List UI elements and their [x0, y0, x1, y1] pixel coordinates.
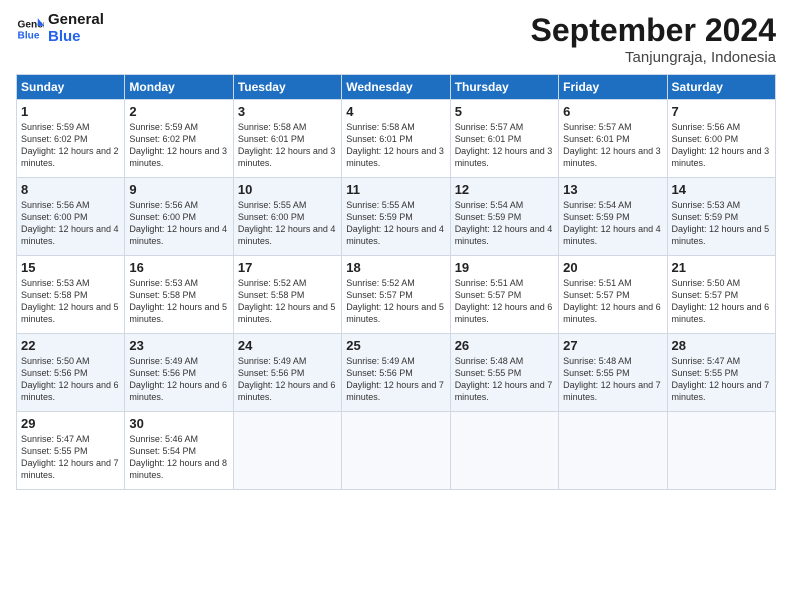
table-row: 9Sunrise: 5:56 AMSunset: 6:00 PMDaylight…: [125, 178, 233, 256]
col-sunday: Sunday: [17, 75, 125, 100]
logo-text-line2: Blue: [48, 29, 104, 46]
table-row: 15Sunrise: 5:53 AMSunset: 5:58 PMDayligh…: [17, 256, 125, 334]
table-row: 17Sunrise: 5:52 AMSunset: 5:58 PMDayligh…: [233, 256, 341, 334]
table-row: 20Sunrise: 5:51 AMSunset: 5:57 PMDayligh…: [559, 256, 667, 334]
table-row: 26Sunrise: 5:48 AMSunset: 5:55 PMDayligh…: [450, 334, 558, 412]
calendar-table: Sunday Monday Tuesday Wednesday Thursday…: [16, 74, 776, 490]
table-row: [667, 412, 775, 490]
col-saturday: Saturday: [667, 75, 775, 100]
table-row: 28Sunrise: 5:47 AMSunset: 5:55 PMDayligh…: [667, 334, 775, 412]
table-row: 3Sunrise: 5:58 AMSunset: 6:01 PMDaylight…: [233, 100, 341, 178]
table-row: 29Sunrise: 5:47 AMSunset: 5:55 PMDayligh…: [17, 412, 125, 490]
table-row: 27Sunrise: 5:48 AMSunset: 5:55 PMDayligh…: [559, 334, 667, 412]
col-friday: Friday: [559, 75, 667, 100]
col-thursday: Thursday: [450, 75, 558, 100]
table-row: 13Sunrise: 5:54 AMSunset: 5:59 PMDayligh…: [559, 178, 667, 256]
table-row: 12Sunrise: 5:54 AMSunset: 5:59 PMDayligh…: [450, 178, 558, 256]
location-subtitle: Tanjungraja, Indonesia: [531, 49, 776, 66]
table-row: 22Sunrise: 5:50 AMSunset: 5:56 PMDayligh…: [17, 334, 125, 412]
table-row: 19Sunrise: 5:51 AMSunset: 5:57 PMDayligh…: [450, 256, 558, 334]
title-block: September 2024 Tanjungraja, Indonesia: [531, 12, 776, 66]
table-row: 7Sunrise: 5:56 AMSunset: 6:00 PMDaylight…: [667, 100, 775, 178]
table-row: 14Sunrise: 5:53 AMSunset: 5:59 PMDayligh…: [667, 178, 775, 256]
col-monday: Monday: [125, 75, 233, 100]
table-row: 11Sunrise: 5:55 AMSunset: 5:59 PMDayligh…: [342, 178, 450, 256]
table-row: 2Sunrise: 5:59 AMSunset: 6:02 PMDaylight…: [125, 100, 233, 178]
col-wednesday: Wednesday: [342, 75, 450, 100]
page-container: General Blue General Blue September 2024…: [0, 0, 792, 498]
table-row: [450, 412, 558, 490]
logo-icon: General Blue: [16, 15, 44, 43]
table-row: 1Sunrise: 5:59 AMSunset: 6:02 PMDaylight…: [17, 100, 125, 178]
table-row: 5Sunrise: 5:57 AMSunset: 6:01 PMDaylight…: [450, 100, 558, 178]
table-row: 21Sunrise: 5:50 AMSunset: 5:57 PMDayligh…: [667, 256, 775, 334]
table-row: 10Sunrise: 5:55 AMSunset: 6:00 PMDayligh…: [233, 178, 341, 256]
table-row: [559, 412, 667, 490]
header: General Blue General Blue September 2024…: [16, 12, 776, 66]
month-title: September 2024: [531, 12, 776, 49]
logo-text-line1: General: [48, 12, 104, 29]
table-row: 30Sunrise: 5:46 AMSunset: 5:54 PMDayligh…: [125, 412, 233, 490]
table-row: [233, 412, 341, 490]
col-tuesday: Tuesday: [233, 75, 341, 100]
table-row: 16Sunrise: 5:53 AMSunset: 5:58 PMDayligh…: [125, 256, 233, 334]
calendar-header-row: Sunday Monday Tuesday Wednesday Thursday…: [17, 75, 776, 100]
table-row: 8Sunrise: 5:56 AMSunset: 6:00 PMDaylight…: [17, 178, 125, 256]
table-row: 23Sunrise: 5:49 AMSunset: 5:56 PMDayligh…: [125, 334, 233, 412]
table-row: [342, 412, 450, 490]
table-row: 18Sunrise: 5:52 AMSunset: 5:57 PMDayligh…: [342, 256, 450, 334]
logo: General Blue General Blue: [16, 12, 104, 45]
table-row: 25Sunrise: 5:49 AMSunset: 5:56 PMDayligh…: [342, 334, 450, 412]
table-row: 24Sunrise: 5:49 AMSunset: 5:56 PMDayligh…: [233, 334, 341, 412]
svg-text:Blue: Blue: [18, 30, 40, 41]
table-row: 4Sunrise: 5:58 AMSunset: 6:01 PMDaylight…: [342, 100, 450, 178]
table-row: 6Sunrise: 5:57 AMSunset: 6:01 PMDaylight…: [559, 100, 667, 178]
